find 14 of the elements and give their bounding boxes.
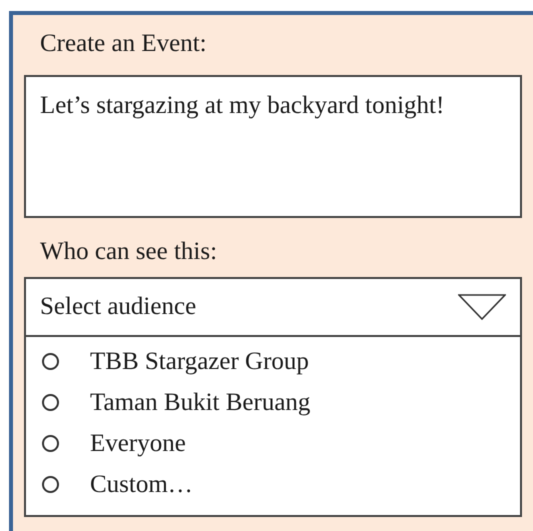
radio-button[interactable] bbox=[42, 435, 59, 452]
audience-label: Who can see this: bbox=[40, 237, 218, 267]
radio-button[interactable] bbox=[42, 353, 59, 370]
audience-option[interactable]: Everyone bbox=[42, 423, 520, 464]
form-title: Create an Event: bbox=[40, 29, 208, 59]
audience-option[interactable]: TBB Stargazer Group bbox=[42, 341, 520, 382]
event-text-field[interactable]: Let’s stargazing at my backyard tonight! bbox=[24, 75, 522, 218]
caret-icon bbox=[458, 294, 506, 320]
audience-placeholder: Select audience bbox=[40, 293, 196, 321]
radio-button[interactable] bbox=[42, 476, 59, 493]
radio-button[interactable] bbox=[42, 394, 59, 411]
audience-dropdown[interactable]: Select audience bbox=[24, 277, 522, 337]
audience-option[interactable]: Custom… bbox=[42, 464, 520, 505]
audience-option[interactable]: Taman Bukit Beruang bbox=[42, 382, 520, 423]
